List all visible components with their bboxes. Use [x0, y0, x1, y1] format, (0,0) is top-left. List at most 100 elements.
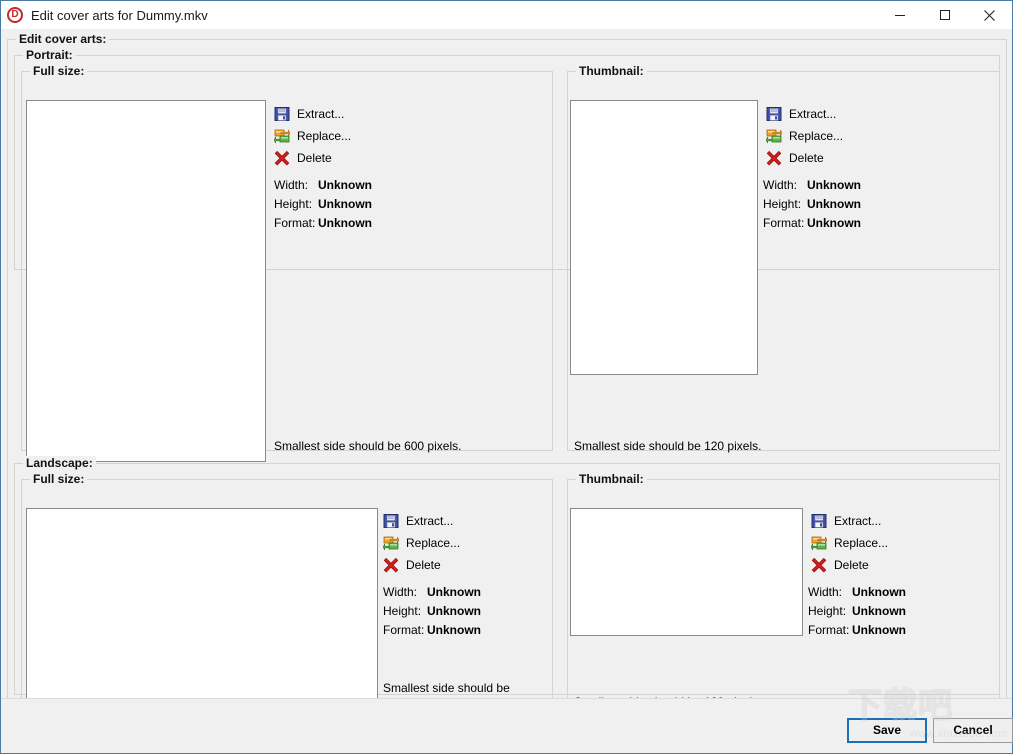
delete-label: Delete [297, 151, 332, 165]
info-row-height: Height: Unknown [763, 194, 861, 213]
app-logo-d-icon: D [7, 7, 23, 23]
floppy-disk-icon [766, 106, 782, 122]
actions-landscape-fullsize: Extract... Replace... Delete [382, 510, 461, 576]
preview-portrait-fullsize[interactable] [26, 100, 266, 462]
info-row-format: Format: Unknown [383, 620, 481, 639]
info-key-height: Height: [808, 603, 847, 618]
info-value-format: Unknown [852, 622, 906, 637]
info-value-format: Unknown [427, 622, 481, 637]
info-key-format: Format: [763, 215, 805, 230]
preview-landscape-fullsize[interactable] [26, 508, 378, 710]
replace-label: Replace... [789, 129, 844, 143]
panel-label-portrait-fullsize: Full size: [30, 64, 88, 78]
info-key-format: Format: [383, 622, 425, 637]
replace-arrows-icon [382, 535, 400, 551]
floppy-disk-icon [811, 513, 827, 529]
info-row-format: Format: Unknown [808, 620, 906, 639]
red-cross-icon [383, 557, 399, 573]
info-value-format: Unknown [807, 215, 861, 230]
panel-label-landscape-thumbnail: Thumbnail: [576, 472, 647, 486]
replace-arrows-icon [765, 128, 783, 144]
title-bar: D Edit cover arts for Dummy.mkv [1, 1, 1012, 29]
info-value-width: Unknown [318, 177, 372, 192]
delete-button-landscape-thumbnail[interactable]: Delete [811, 554, 888, 576]
replace-label: Replace... [297, 129, 352, 143]
replace-button-landscape-thumbnail[interactable]: Replace... [810, 532, 889, 554]
cancel-button[interactable]: Cancel [933, 718, 1013, 743]
delete-label: Delete [834, 558, 869, 572]
close-icon[interactable] [967, 1, 1012, 29]
red-cross-icon [274, 150, 290, 166]
window-title: Edit cover arts for Dummy.mkv [31, 7, 208, 23]
panel-label-portrait-thumbnail: Thumbnail: [576, 64, 647, 78]
preview-portrait-thumbnail[interactable] [570, 100, 758, 375]
delete-button-portrait-fullsize[interactable]: Delete [274, 147, 351, 169]
info-portrait-fullsize: Width: Unknown Height: Unknown Format: U… [274, 175, 372, 232]
maximize-icon[interactable] [922, 1, 967, 29]
extract-label: Extract... [834, 514, 882, 528]
replace-button-landscape-fullsize[interactable]: Replace... [382, 532, 461, 554]
panel-label-landscape-fullsize: Full size: [30, 472, 88, 486]
red-cross-icon [811, 557, 827, 573]
info-row-width: Width: Unknown [763, 175, 861, 194]
floppy-disk-icon [383, 513, 399, 529]
info-row-format: Format: Unknown [274, 213, 372, 232]
info-value-height: Unknown [427, 603, 481, 618]
group-label-portrait: Portrait: [23, 48, 76, 62]
info-value-height: Unknown [318, 196, 372, 211]
extract-label: Extract... [406, 514, 454, 528]
floppy-disk-icon [274, 106, 290, 122]
info-row-width: Width: Unknown [274, 175, 372, 194]
group-label-landscape: Landscape: [23, 456, 96, 470]
minimize-icon[interactable] [877, 1, 922, 29]
info-landscape-thumbnail: Width: Unknown Height: Unknown Format: U… [808, 582, 906, 639]
info-key-width: Width: [383, 584, 418, 599]
window-controls [877, 1, 1012, 29]
info-value-width: Unknown [852, 584, 906, 599]
delete-label: Delete [406, 558, 441, 572]
info-key-height: Height: [274, 196, 313, 211]
replace-label: Replace... [406, 536, 461, 550]
info-key-format: Format: [808, 622, 850, 637]
delete-button-portrait-thumbnail[interactable]: Delete [766, 147, 843, 169]
extract-button-portrait-thumbnail[interactable]: Extract... [766, 103, 843, 125]
replace-arrows-icon [273, 128, 291, 144]
dialog-window: D Edit cover arts for Dummy.mkv Edit cov… [0, 0, 1013, 754]
info-key-height: Height: [763, 196, 802, 211]
save-button[interactable]: Save [847, 718, 927, 743]
hint-portrait-thumbnail: Smallest side should be 120 pixels. [574, 439, 762, 453]
extract-button-portrait-fullsize[interactable]: Extract... [274, 103, 351, 125]
replace-arrows-icon [810, 535, 828, 551]
info-value-width: Unknown [807, 177, 861, 192]
info-key-width: Width: [808, 584, 843, 599]
info-key-height: Height: [383, 603, 422, 618]
extract-button-landscape-thumbnail[interactable]: Extract... [811, 510, 888, 532]
delete-label: Delete [789, 151, 824, 165]
actions-portrait-fullsize: Extract... Replace... Delete [273, 103, 352, 169]
info-row-height: Height: Unknown [274, 194, 372, 213]
info-value-height: Unknown [807, 196, 861, 211]
red-cross-icon [766, 150, 782, 166]
info-value-format: Unknown [318, 215, 372, 230]
dialog-client-area: Edit cover arts: Portrait: Full size: Ex… [1, 29, 1013, 753]
info-row-width: Width: Unknown [808, 582, 906, 601]
info-row-height: Height: Unknown [808, 601, 906, 620]
preview-landscape-thumbnail[interactable] [570, 508, 803, 636]
dialog-footer: Save Cancel [1, 698, 1013, 753]
replace-button-portrait-thumbnail[interactable]: Replace... [765, 125, 844, 147]
info-portrait-thumbnail: Width: Unknown Height: Unknown Format: U… [763, 175, 861, 232]
replace-label: Replace... [834, 536, 889, 550]
info-value-width: Unknown [427, 584, 481, 599]
info-key-width: Width: [274, 177, 309, 192]
hint-portrait-fullsize: Smallest side should be 600 pixels. [274, 439, 462, 453]
info-row-height: Height: Unknown [383, 601, 481, 620]
info-row-width: Width: Unknown [383, 582, 481, 601]
actions-landscape-thumbnail: Extract... Replace... Delete [810, 510, 889, 576]
info-key-width: Width: [763, 177, 798, 192]
delete-button-landscape-fullsize[interactable]: Delete [383, 554, 460, 576]
replace-button-portrait-fullsize[interactable]: Replace... [273, 125, 352, 147]
extract-button-landscape-fullsize[interactable]: Extract... [383, 510, 460, 532]
info-row-format: Format: Unknown [763, 213, 861, 232]
group-label-edit-cover-arts: Edit cover arts: [16, 32, 110, 46]
extract-label: Extract... [789, 107, 837, 121]
